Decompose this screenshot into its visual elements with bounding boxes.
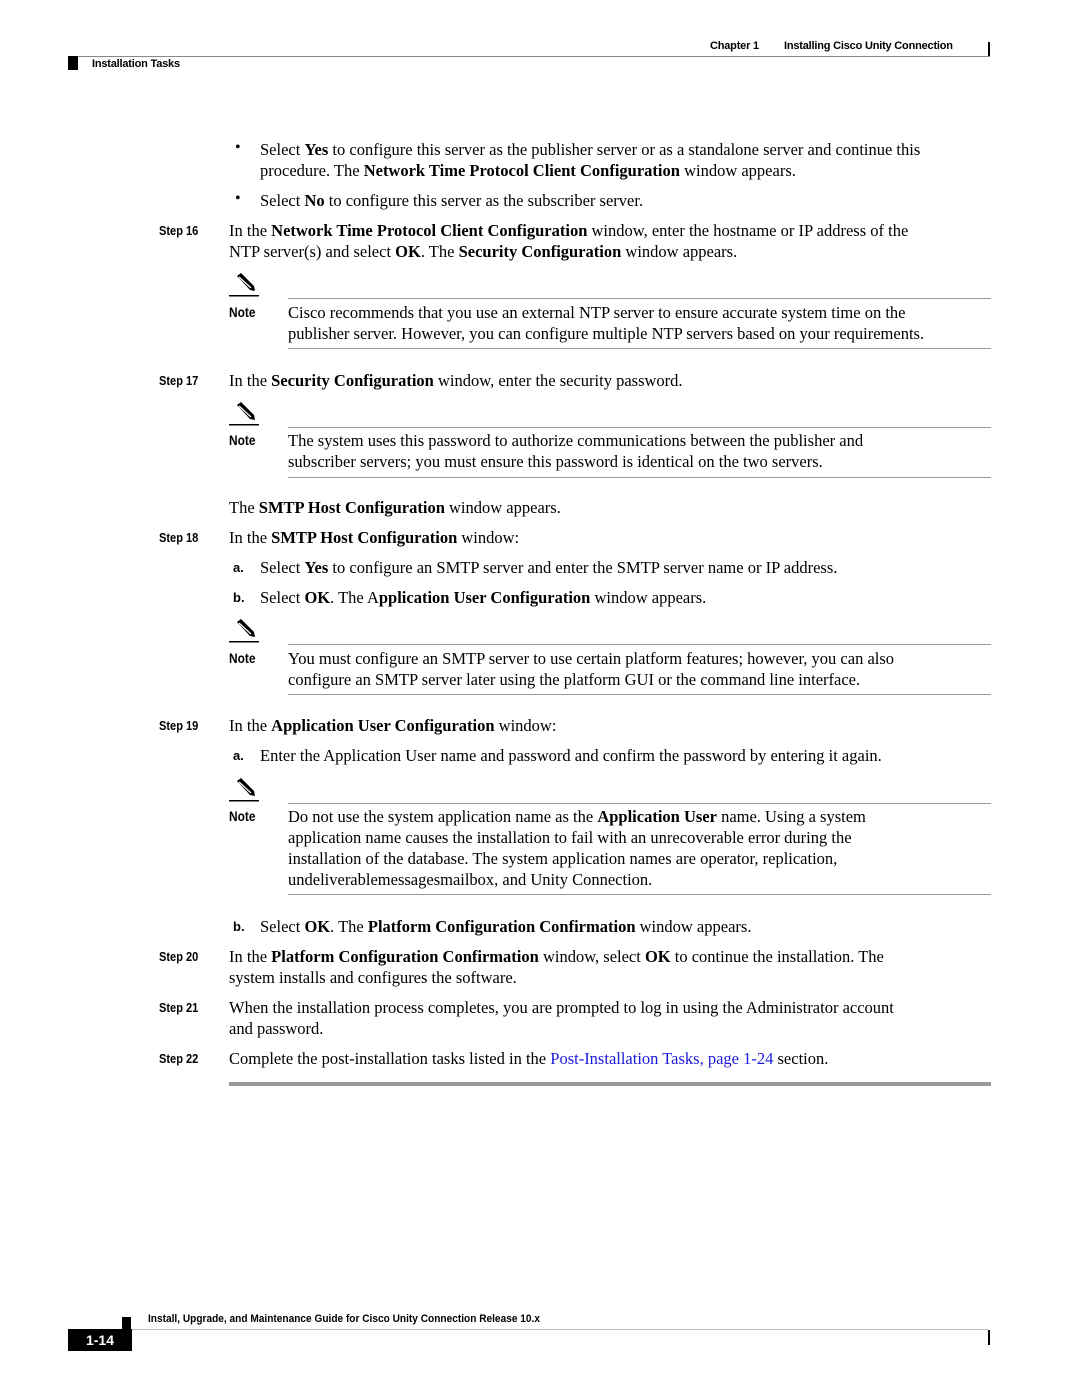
- footer-bar: [988, 1330, 990, 1345]
- post-installation-tasks-link[interactable]: Post-Installation Tasks, page 1-24: [550, 1049, 773, 1068]
- bullet-yes: Select Yes to configure this server as t…: [260, 140, 921, 180]
- step-22-label: Step 22: [159, 1051, 199, 1066]
- note-label: Note: [229, 432, 256, 448]
- pencil-note-icon: [229, 619, 259, 643]
- header-bar: [988, 42, 990, 57]
- note-rule: [288, 694, 991, 695]
- substep-a-label: a.: [233, 560, 244, 575]
- footer-square: [122, 1317, 131, 1329]
- footer-rule: [132, 1329, 988, 1330]
- step-19-text: In the Application User Configuration wi…: [229, 716, 557, 735]
- note-label: Note: [229, 304, 256, 320]
- header-rule: [68, 56, 990, 57]
- step-18b-text: Select OK. The Application User Configur…: [260, 588, 707, 607]
- note-label: Note: [229, 650, 256, 666]
- step-19a-text: Enter the Application User name and pass…: [260, 746, 882, 765]
- pencil-note-icon: [229, 778, 259, 802]
- substep-b-label: b.: [233, 590, 245, 605]
- step-17-label: Step 17: [159, 373, 199, 388]
- step-16-label: Step 16: [159, 223, 199, 238]
- note-rule: [288, 348, 991, 349]
- step-22-text: Complete the post-installation tasks lis…: [229, 1049, 829, 1068]
- note-rule: [288, 803, 991, 804]
- step-20-label: Step 20: [159, 949, 199, 964]
- note-1-text: Cisco recommends that you use an externa…: [288, 303, 925, 343]
- step-21-label: Step 21: [159, 1000, 199, 1015]
- step-19b-text: Select OK. The Platform Configuration Co…: [260, 917, 752, 936]
- note-2-text: The system uses this password to authori…: [288, 431, 864, 471]
- step-21-text: When the installation process completes,…: [229, 998, 894, 1038]
- substep-a-label: a.: [233, 748, 244, 763]
- chapter-title: Installing Cisco Unity Connection: [784, 40, 953, 52]
- note-rule: [288, 644, 991, 645]
- step-19-label: Step 19: [159, 718, 199, 733]
- header-square: [68, 56, 78, 70]
- pencil-note-icon: [229, 273, 259, 297]
- note-rule: [288, 894, 991, 895]
- note-rule: [288, 427, 991, 428]
- note-rule: [288, 477, 991, 478]
- guide-title: Install, Upgrade, and Maintenance Guide …: [148, 1313, 540, 1325]
- step-18-text: In the SMTP Host Configuration window:: [229, 528, 520, 547]
- step-18a-text: Select Yes to configure an SMTP server a…: [260, 558, 838, 577]
- note-4-text: Do not use the system application name a…: [288, 807, 866, 889]
- step-16-text: In the Network Time Protocol Client Conf…: [229, 221, 909, 261]
- step-17-text: In the Security Configuration window, en…: [229, 371, 683, 390]
- chapter-number: Chapter 1: [710, 40, 759, 52]
- note-label: Note: [229, 808, 256, 824]
- note-rule: [288, 298, 991, 299]
- section-end-rule: [229, 1082, 991, 1086]
- bullet-no: Select No to configure this server as th…: [260, 191, 644, 210]
- smtp-intro-text: The SMTP Host Configuration window appea…: [229, 498, 561, 517]
- pencil-note-icon: [229, 402, 259, 426]
- substep-b-label: b.: [233, 919, 245, 934]
- bullet-icon: •: [235, 190, 241, 207]
- note-3-text: You must configure an SMTP server to use…: [288, 649, 895, 689]
- section-title: Installation Tasks: [92, 58, 180, 70]
- bullet-icon: •: [235, 139, 241, 156]
- step-20-text: In the Platform Configuration Confirmati…: [229, 947, 884, 987]
- page-number: 1-14: [68, 1329, 132, 1351]
- step-18-label: Step 18: [159, 530, 199, 545]
